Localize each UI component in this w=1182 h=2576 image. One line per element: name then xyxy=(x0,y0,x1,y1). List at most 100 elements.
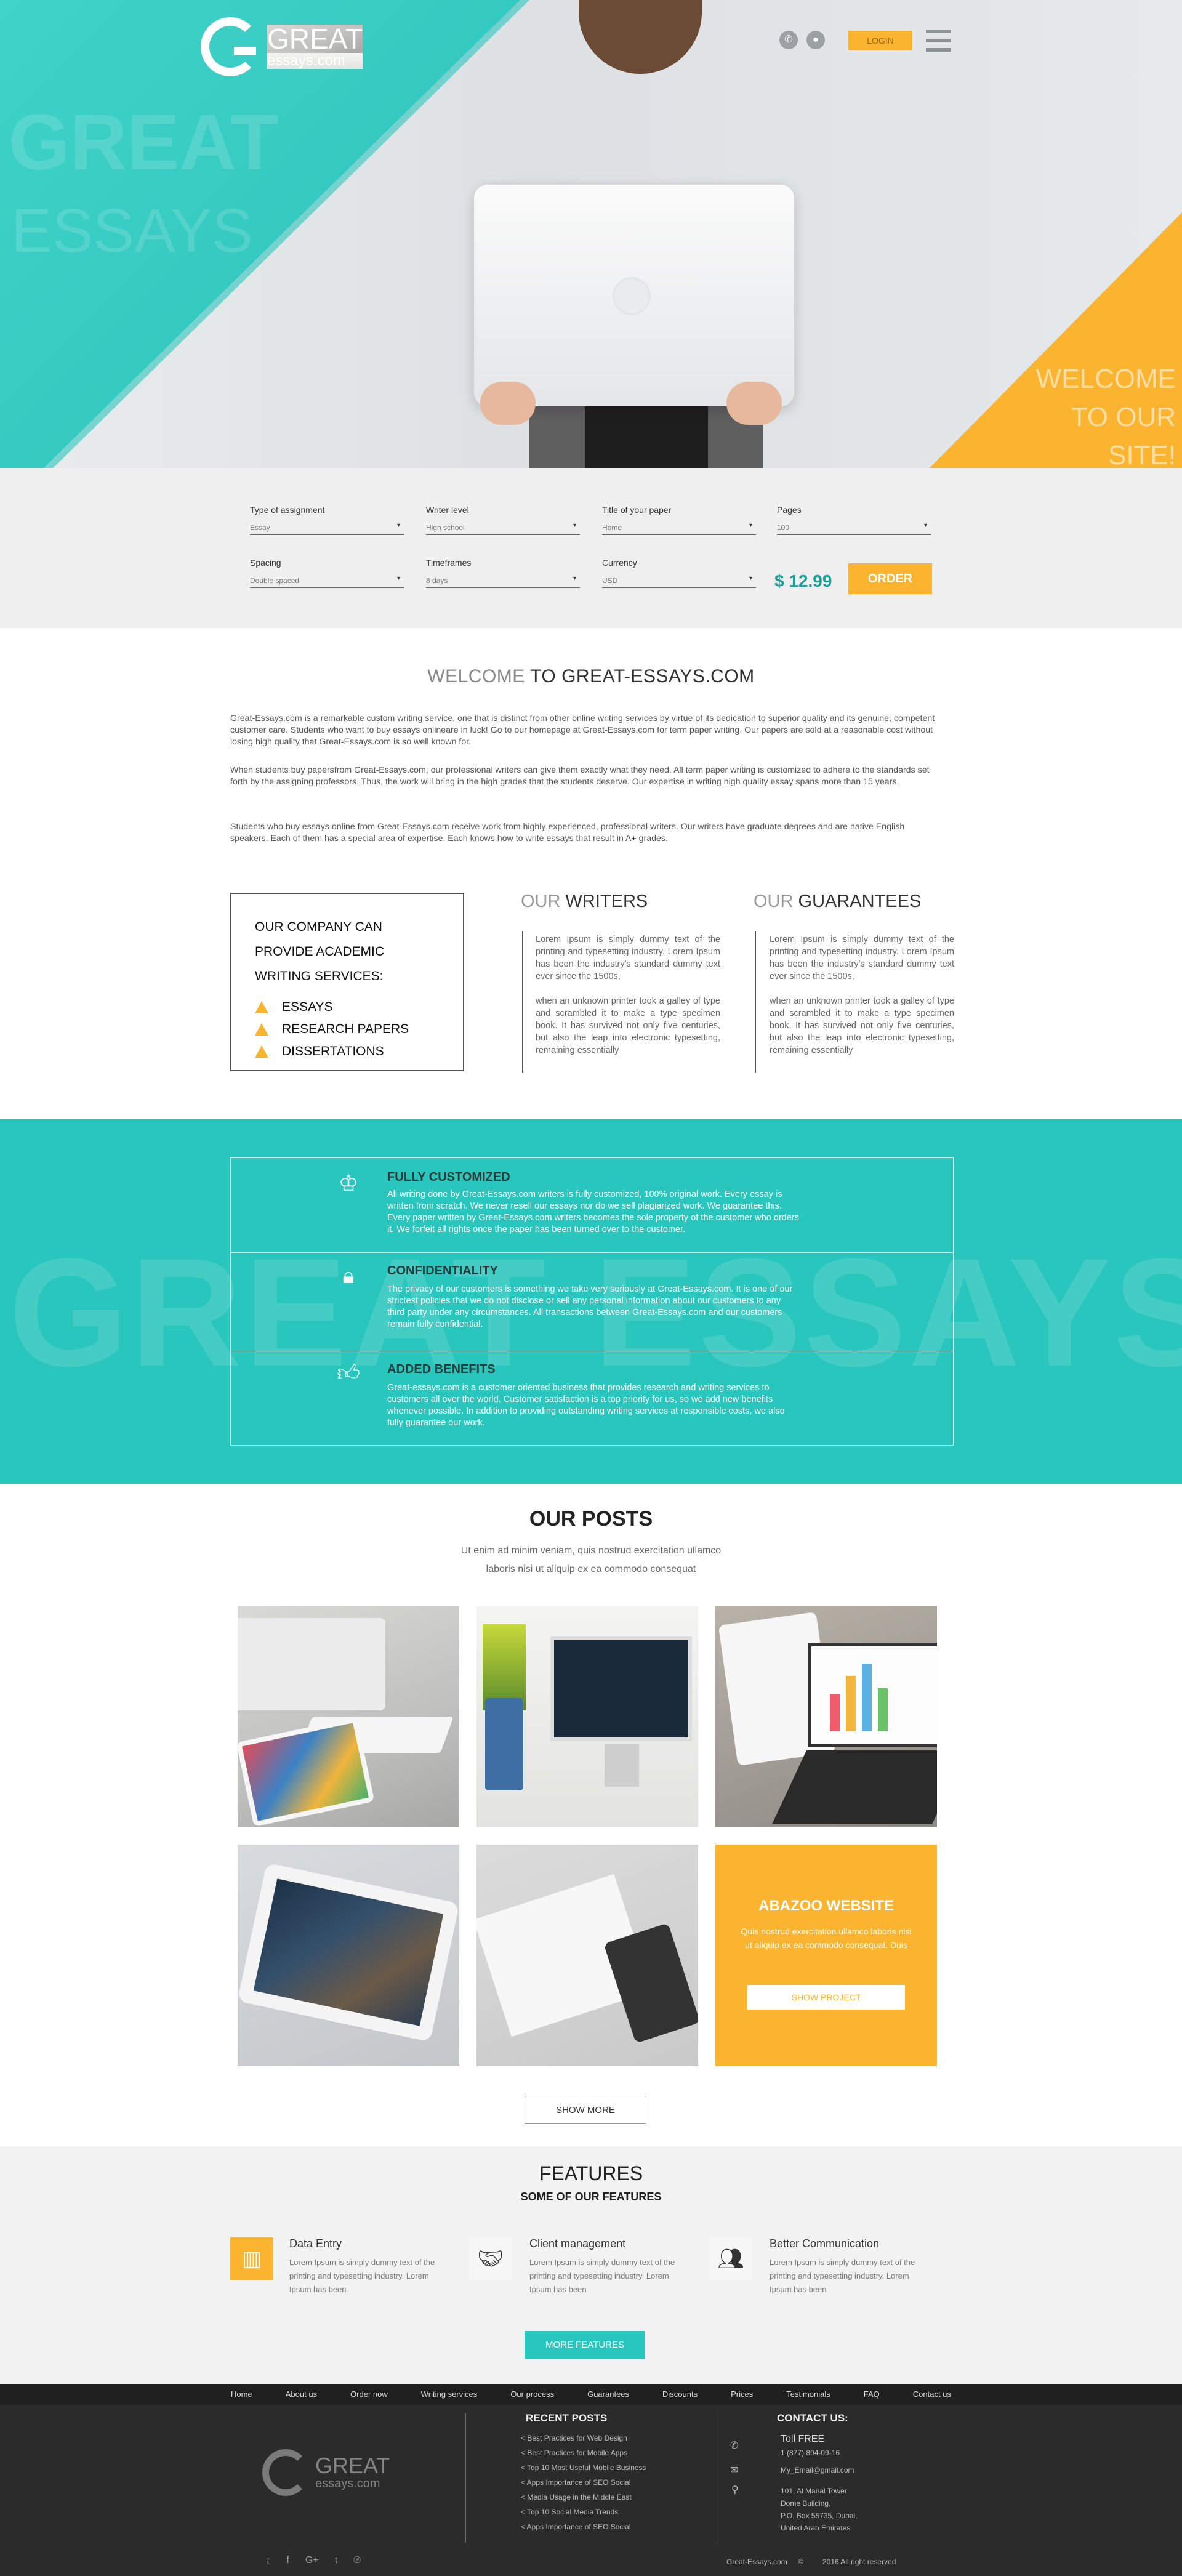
contact-title: CONTACT US: xyxy=(777,2412,848,2424)
location-pin-icon: ⚲ xyxy=(731,2485,739,2495)
footer-link-home[interactable]: Home xyxy=(214,2384,269,2405)
feature-title: Client management xyxy=(529,2237,626,2250)
pinterest-icon[interactable]: ℗ xyxy=(353,2555,361,2567)
order-price: $ 12.99 xyxy=(774,571,832,590)
feature-text: Lorem Ipsum is simply dummy text of the … xyxy=(770,2258,915,2294)
order-form xyxy=(0,468,1182,628)
hero-welcome-text: WELCOME TO OUR SITE! xyxy=(1035,364,1176,468)
post-tile-notebook[interactable] xyxy=(476,1845,698,2066)
welcome-paragraph-1: Great-Essays.com is a remarkable custom … xyxy=(230,714,935,747)
logo-subtitle: essays.com xyxy=(267,53,363,69)
hero-ghost-essays: ESSAYS xyxy=(11,196,253,265)
address: 101, Al Manal Tower Dome Building, P.O. … xyxy=(781,2487,858,2532)
hero-ghost-great: GREAT xyxy=(9,99,279,187)
apple-logo-icon xyxy=(613,277,651,315)
people-icon: 👥︎ xyxy=(709,2237,752,2280)
footer-link-writing[interactable]: Writing services xyxy=(404,2384,494,2405)
more-features-button[interactable]: MORE FEATURES xyxy=(525,2331,645,2359)
copyright-text: 2016 All right reserved xyxy=(822,2558,896,2566)
menu-icon[interactable] xyxy=(926,30,951,52)
writers-title: OUR WRITERS xyxy=(521,892,648,911)
feature-title: Better Communication xyxy=(770,2237,880,2250)
service-item[interactable]: RESEARCH PAPERS xyxy=(255,1022,440,1037)
currency-select[interactable]: Currency USD xyxy=(602,558,756,588)
handshake-icon: 🤝︎ xyxy=(469,2237,512,2280)
phone-number[interactable]: 1 (877) 894-09-16 xyxy=(781,2447,840,2459)
pages-select[interactable]: Pages 100 xyxy=(777,505,931,535)
footer-link-testimonials[interactable]: Testimonials xyxy=(770,2384,847,2405)
footer-link-prices[interactable]: Prices xyxy=(714,2384,770,2405)
post-tile-abazoo[interactable]: ABAZOO WEBSITE Quis nostrud exercitation… xyxy=(715,1845,937,2066)
facebook-icon[interactable]: f xyxy=(286,2555,289,2567)
footer-link-faq[interactable]: FAQ xyxy=(847,2384,896,2405)
email-address[interactable]: My_Email@gmail.com xyxy=(781,2464,854,2476)
copyright-icon: © xyxy=(798,2558,803,2566)
writer-level-select[interactable]: Writer level High school xyxy=(426,505,580,535)
post-tile-tablet[interactable] xyxy=(238,1845,459,2066)
footer-link-process[interactable]: Our process xyxy=(494,2384,571,2405)
show-more-button[interactable]: SHOW MORE xyxy=(525,2096,646,2124)
benefit-row: ♔ FULLY CUSTOMIZED All writing done by G… xyxy=(231,1158,953,1253)
footer-link-order[interactable]: Order now xyxy=(334,2384,404,2405)
twitter-icon[interactable]: 𝕥 xyxy=(266,2555,270,2567)
logo-g-icon xyxy=(201,17,260,76)
phone-icon: ✆ xyxy=(730,2441,739,2451)
post-tile-ipad-imac[interactable] xyxy=(238,1606,459,1827)
welcome-paragraph-3: Students who buy essays online from Grea… xyxy=(230,822,905,843)
assignment-type-select[interactable]: Type of assignment Essay xyxy=(250,505,404,535)
paper-title-select[interactable]: Title of your paper Home xyxy=(602,505,756,535)
footer-logo[interactable]: GREAT essays.com xyxy=(262,2449,390,2496)
footer-link-contact[interactable]: Contact us xyxy=(896,2384,968,2405)
logo[interactable]: GREAT essays.com xyxy=(201,17,363,76)
service-item[interactable]: DISSERTATIONS xyxy=(255,1044,440,1059)
recent-posts-title: RECENT POSTS xyxy=(526,2412,608,2424)
user-icon[interactable]: ● xyxy=(806,31,825,49)
recent-posts-list: < Best Practices for Web Design < Best P… xyxy=(521,2434,646,2531)
footer-link-guarantees[interactable]: Guarantees xyxy=(571,2384,646,2405)
footer-logo-g-icon xyxy=(262,2449,309,2496)
login-button[interactable]: LOGIN xyxy=(848,31,912,50)
feature-title: Data Entry xyxy=(289,2237,342,2250)
spacing-select[interactable]: Spacing Double spaced xyxy=(250,558,404,588)
guarantees-title: OUR GUARANTEES xyxy=(754,892,922,911)
writers-text: Lorem Ipsum is simply dummy text of the … xyxy=(536,935,720,1055)
footer-link-discounts[interactable]: Discounts xyxy=(646,2384,714,2405)
guarantees-divider xyxy=(755,931,756,1073)
welcome-title: WELCOME TO GREAT-ESSAYS.COM xyxy=(427,666,755,686)
post-tile-imac-flowers[interactable] xyxy=(476,1606,698,1827)
hero-banner: GREAT ESSAYS GREAT essays.com ✆ ● LOGIN … xyxy=(0,0,1182,468)
phone-icon[interactable]: ✆ xyxy=(779,31,798,49)
feature-text: Lorem Ipsum is simply dummy text of the … xyxy=(529,2258,675,2294)
triangle-bullet-icon xyxy=(255,1023,268,1036)
post-tile-laptop-charts[interactable] xyxy=(715,1606,937,1827)
triangle-bullet-icon xyxy=(255,1001,268,1013)
benefit-row: 👍︎ ADDED BENEFITS Great-essays.com is a … xyxy=(231,1351,953,1446)
toll-free-label: Toll FREE xyxy=(781,2434,825,2444)
services-box: OUR COMPANY CAN PROVIDE ACADEMIC WRITING… xyxy=(230,893,464,1071)
post-card-title: ABAZOO WEBSITE xyxy=(758,1898,894,1914)
order-button[interactable]: ORDER xyxy=(848,563,932,594)
service-item[interactable]: ESSAYS xyxy=(255,1000,440,1015)
show-project-button[interactable]: SHOW PROJECT xyxy=(747,1985,905,2010)
guarantees-text: Lorem Ipsum is simply dummy text of the … xyxy=(770,935,954,1055)
posts-subtitle: Ut enim ad minim veniam, quis nostrud ex… xyxy=(460,1545,722,1574)
benefits-box: ♔ FULLY CUSTOMIZED All writing done by G… xyxy=(230,1157,954,1446)
social-links: 𝕥 f G+ t ℗ xyxy=(266,2555,361,2567)
timeframe-select[interactable]: Timeframes 8 days xyxy=(426,558,580,588)
footer-link-about[interactable]: About us xyxy=(269,2384,334,2405)
benefit-row: 🔒︎ CONFIDENTIALITY The privacy of our cu… xyxy=(231,1253,953,1351)
benefits-section: GREAT ESSAYS ♔ FULLY CUSTOMIZED All writ… xyxy=(0,1119,1182,1484)
google-plus-icon[interactable]: G+ xyxy=(305,2555,319,2567)
tumblr-icon[interactable]: t xyxy=(335,2555,337,2567)
welcome-paragraph-2: When students buy papersfrom Great-Essay… xyxy=(230,765,930,787)
footer-nav: Home About us Order now Writing services… xyxy=(0,2384,1182,2405)
thumbs-up-icon: 👍︎ xyxy=(337,1360,360,1385)
features-title: FEATURES xyxy=(539,2162,643,2184)
page: GREAT ESSAYS GREAT essays.com ✆ ● LOGIN … xyxy=(0,0,1182,2576)
services-title: OUR COMPANY CAN PROVIDE ACADEMIC WRITING… xyxy=(255,920,385,983)
post-card-text: Quis nostrud exercitation ullamco labori… xyxy=(741,1926,912,1950)
hero-photo xyxy=(474,0,819,468)
email-icon: ✉ xyxy=(730,2465,739,2476)
laptop-image xyxy=(474,185,794,406)
posts-title: OUR POSTS xyxy=(529,1507,653,1531)
